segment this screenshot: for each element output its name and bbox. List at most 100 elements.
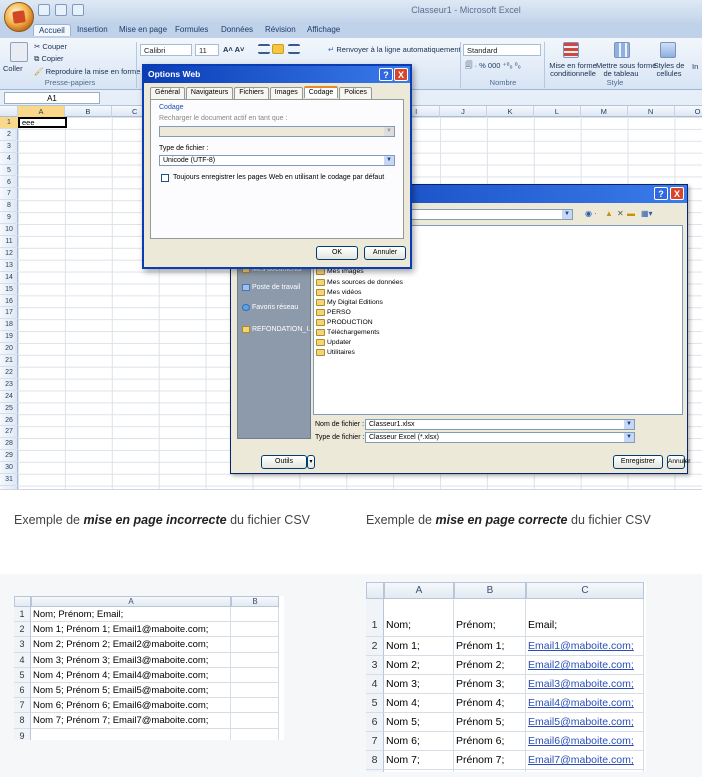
column-header[interactable]: B — [65, 106, 112, 117]
select-all-corner[interactable] — [14, 596, 31, 607]
table-cell[interactable]: Nom 6; Prénom 6; Email6@maboite.com; — [31, 698, 231, 714]
tab-donnees[interactable]: Données — [216, 24, 258, 35]
table-cell[interactable] — [231, 683, 279, 699]
table-cell[interactable] — [454, 770, 526, 772]
always-default-checkbox[interactable] — [161, 174, 169, 182]
table-cell[interactable]: Nom 7; — [384, 751, 454, 770]
table-cell[interactable] — [231, 637, 279, 653]
table-cell[interactable] — [231, 607, 279, 623]
help-button[interactable]: ? — [379, 68, 393, 81]
file-item[interactable]: Updater — [316, 339, 351, 347]
tab-navigateurs[interactable]: Navigateurs — [185, 87, 234, 99]
table-cell[interactable]: Email4@maboite.com; — [526, 694, 644, 713]
table-cell[interactable]: Email7@maboite.com; — [526, 751, 644, 770]
row-header[interactable]: 2 — [366, 637, 384, 656]
format-painter-button[interactable]: 🖌 Reproduire la mise en forme — [34, 67, 140, 76]
table-cell[interactable]: Prénom 4; — [454, 694, 526, 713]
close-button[interactable]: X — [394, 68, 408, 81]
row-header[interactable]: 18 — [0, 319, 18, 332]
file-item[interactable]: Utilitaires — [316, 349, 355, 357]
place-favoris-reseau[interactable]: Favoris réseau — [242, 304, 298, 311]
new-folder-icon[interactable]: ▬ — [627, 209, 635, 218]
tab-fichiers[interactable]: Fichiers — [234, 87, 269, 99]
file-item[interactable]: Téléchargements — [316, 329, 380, 336]
table-cell[interactable] — [231, 652, 279, 668]
row-header[interactable]: 15 — [0, 284, 18, 296]
table-cell[interactable]: Nom 6; — [384, 732, 454, 751]
save-button[interactable]: Enregistrer — [613, 455, 663, 469]
table-cell[interactable]: Prénom 3; — [454, 675, 526, 694]
file-item[interactable]: Mes images — [316, 268, 364, 276]
table-cell[interactable] — [231, 622, 279, 638]
row-header[interactable]: 13 — [0, 260, 18, 272]
row-header[interactable]: 22 — [0, 367, 18, 379]
table-cell[interactable] — [31, 728, 231, 740]
up-folder-icon[interactable]: ▲ — [605, 209, 613, 218]
format-as-table-button[interactable]: Mettre sous forme de tableau — [596, 62, 656, 78]
tools-dropdown-icon[interactable]: ▾ — [307, 455, 315, 469]
table-cell[interactable]: Nom 4; — [384, 694, 454, 713]
select-all-corner[interactable] — [0, 106, 18, 117]
table-cell[interactable]: Email; — [526, 599, 644, 637]
tab-formules[interactable]: Formules — [170, 24, 213, 35]
paste-icon[interactable] — [10, 42, 28, 62]
font-size-select[interactable]: 11 — [195, 44, 219, 56]
column-header[interactable]: N — [628, 106, 675, 117]
table-cell[interactable]: Nom 3; Prénom 3; Email3@maboite.com; — [31, 652, 231, 668]
table-cell[interactable]: Nom 5; Prénom 5; Email5@maboite.com; — [31, 683, 231, 699]
align-center-icon[interactable] — [272, 44, 284, 54]
encoding-select[interactable]: Unicode (UTF-8) ▼ — [159, 155, 395, 166]
column-header[interactable]: O — [675, 106, 702, 117]
row-header[interactable]: 2 — [0, 129, 18, 141]
row-header[interactable]: 6 — [14, 683, 31, 699]
row-header[interactable]: 21 — [0, 355, 18, 367]
name-box[interactable]: A1 — [4, 92, 100, 104]
file-item[interactable]: Mes sources de données — [316, 278, 403, 286]
row-header[interactable]: 8 — [14, 713, 31, 729]
row-header[interactable]: 3 — [366, 656, 384, 675]
table-cell[interactable]: Prénom 1; — [454, 637, 526, 656]
format-as-table-icon[interactable] — [614, 42, 630, 58]
cancel-button[interactable]: Annuler — [667, 455, 690, 469]
insert-button[interactable]: In — [692, 62, 698, 71]
back-icon[interactable]: ◉ · — [585, 209, 597, 218]
file-item[interactable]: PRODUCTION — [316, 318, 373, 326]
tab-general[interactable]: Général — [150, 87, 185, 99]
tab-codage[interactable]: Codage — [303, 86, 339, 98]
cell-styles-icon[interactable] — [660, 42, 676, 58]
cancel-button[interactable]: Annuler — [364, 246, 406, 260]
tab-insertion[interactable]: Insertion — [72, 24, 113, 35]
orientation-icon[interactable] — [288, 44, 300, 54]
views-icon[interactable]: ▦▾ — [641, 209, 653, 218]
cut-button[interactable]: ✂ Couper — [34, 42, 67, 51]
number-format-icons[interactable]: 🗐 · % 000 ⁺⁰₀ ⁰₀ — [465, 60, 521, 73]
row-header[interactable]: 8 — [366, 751, 384, 770]
table-cell[interactable] — [231, 667, 279, 683]
wrap-text-button[interactable]: ↵ Renvoyer à la ligne automatiquement — [328, 45, 461, 54]
tab-mise-en-page[interactable]: Mise en page — [114, 24, 172, 35]
table-cell[interactable]: Email6@maboite.com; — [526, 732, 644, 751]
table-cell[interactable]: Nom 2; Prénom 2; Email2@maboite.com; — [31, 637, 231, 653]
row-header[interactable]: 11 — [0, 236, 18, 248]
copy-button[interactable]: ⧉ Copier — [34, 54, 64, 64]
row-header[interactable]: 5 — [14, 667, 31, 683]
row-header[interactable]: 1 — [0, 117, 18, 129]
table-cell[interactable]: Nom 1; Prénom 1; Email1@maboite.com; — [31, 622, 231, 638]
file-item[interactable]: My Digital Editions — [316, 298, 383, 306]
row-header[interactable]: 5 — [366, 694, 384, 713]
table-cell[interactable]: Email2@maboite.com; — [526, 656, 644, 675]
row-header[interactable]: 4 — [0, 153, 18, 165]
tab-revision[interactable]: Révision — [260, 24, 301, 35]
column-header[interactable]: A — [31, 596, 231, 607]
table-cell[interactable]: Nom 1; — [384, 637, 454, 656]
row-header[interactable]: 6 — [366, 713, 384, 732]
row-header[interactable]: 4 — [14, 652, 31, 668]
table-cell[interactable] — [231, 728, 279, 740]
filename-input[interactable]: Classeur1.xlsx ▼ — [365, 419, 635, 430]
row-header[interactable]: 16 — [0, 296, 18, 308]
close-button[interactable]: X — [670, 187, 684, 200]
align-left-icon[interactable] — [258, 44, 270, 54]
row-header[interactable]: 10 — [0, 224, 18, 236]
tools-button[interactable]: Outils — [261, 455, 307, 469]
cell-styles-button[interactable]: Styles de cellules — [650, 62, 688, 78]
